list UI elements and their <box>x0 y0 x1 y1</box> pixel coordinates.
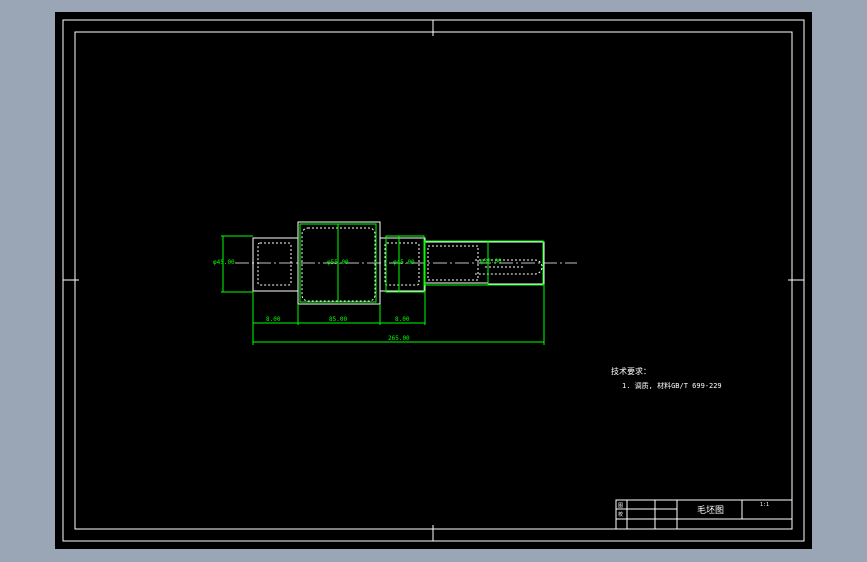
shaft-section-step <box>424 241 489 284</box>
cad-drawing: φ45.00 φ55.00 φ45.00 φ32.00 8.00 85.00 8… <box>62 19 805 542</box>
dimension-text: φ45.00 φ55.00 φ45.00 φ32.00 8.00 85.00 8… <box>213 258 502 342</box>
drawing-title: 毛坯图 <box>697 504 724 516</box>
dim-dia-mid: φ55.00 <box>327 259 349 266</box>
notes-heading: 技术要求： <box>611 366 651 376</box>
technical-notes: 技术要求： 1. 调质, 材料GB/T 699-229 <box>611 366 722 390</box>
dim-dia-shaft: φ32.00 <box>480 258 502 265</box>
title-block-row-2: 校 <box>618 511 623 518</box>
dim-len-3: 8.00 <box>395 316 410 323</box>
title-block-row-1: 图 <box>618 503 623 509</box>
dim-len-1: 8.00 <box>266 316 281 323</box>
notes-line-1: 1. 调质, 材料GB/T 699-229 <box>622 381 722 390</box>
dim-dia-right: φ45.00 <box>393 259 415 266</box>
drawing-sheet: φ45.00 φ55.00 φ45.00 φ32.00 8.00 85.00 8… <box>55 12 812 549</box>
dim-overall: 265.00 <box>388 335 410 342</box>
drawing-scale: 1:1 <box>760 502 769 508</box>
dim-dia-left: φ45.00 <box>213 259 235 266</box>
title-block-text: 图 校 毛坯图 1:1 <box>618 502 769 518</box>
dim-len-2: 85.00 <box>329 316 347 323</box>
